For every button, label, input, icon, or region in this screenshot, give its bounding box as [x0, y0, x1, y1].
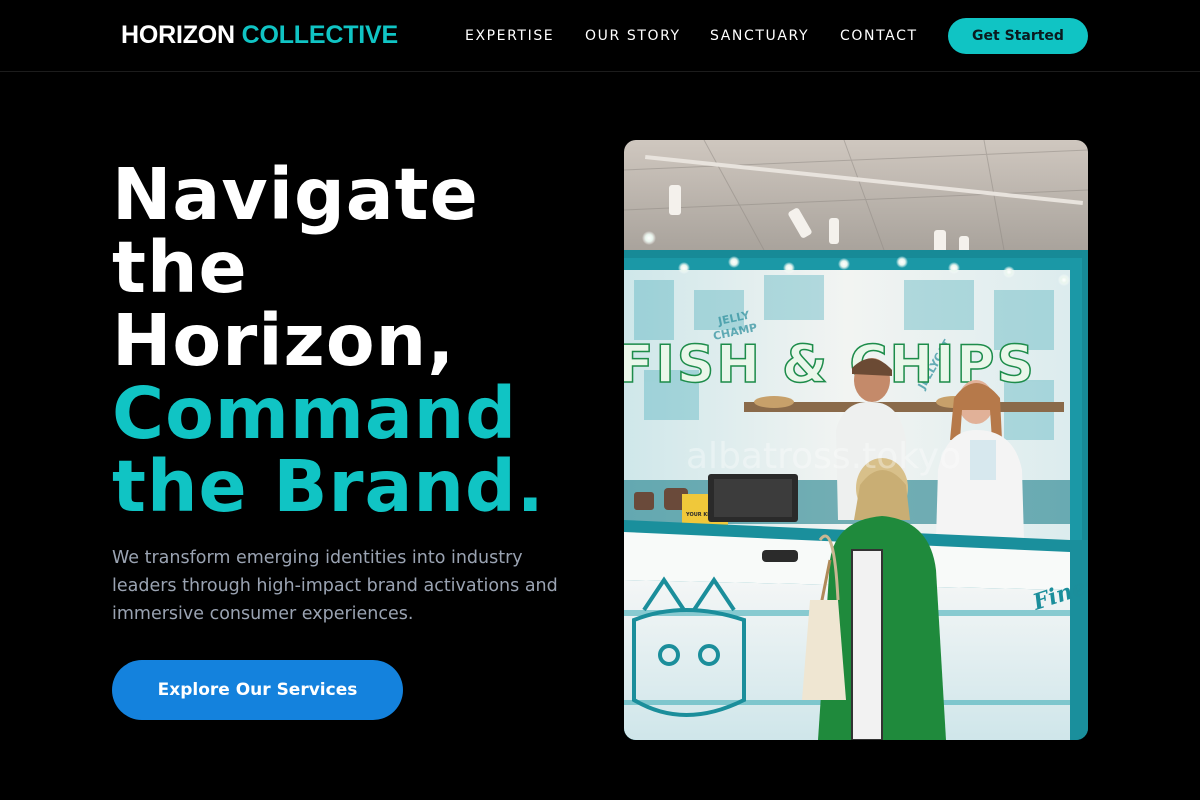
hero-headline: Navigate the Horizon, Command the Brand.	[112, 158, 612, 523]
nav-link-contact[interactable]: CONTACT	[840, 27, 918, 45]
photo-watermark: albatross.tokyo	[686, 436, 961, 477]
get-started-button[interactable]: Get Started	[948, 18, 1088, 54]
nav-link-sanctuary[interactable]: SANCTUARY	[710, 27, 809, 45]
nav-link-our-story[interactable]: OUR STORY	[585, 27, 681, 45]
top-navbar: HORIZON COLLECTIVE EXPERTISE OUR STORY S…	[0, 0, 1200, 72]
hero-photo: JELLY CHAMP JELLYCAT FISH & CHIPS YOUR F…	[624, 140, 1088, 740]
headline-accent-line-1: Command	[112, 372, 518, 455]
logo-accent-text: COLLECTIVE	[241, 21, 399, 49]
logo-primary-text: HORIZON	[121, 21, 235, 49]
nav-link-expertise[interactable]: EXPERTISE	[465, 27, 554, 45]
hero-description: We transform emerging identities into in…	[112, 548, 558, 624]
headline-accent-line-2: the Brand.	[112, 445, 545, 528]
headline-line-2: the	[112, 226, 248, 309]
headline-line-1: Navigate	[112, 153, 479, 236]
brand-logo[interactable]: HORIZON COLLECTIVE	[121, 20, 398, 50]
explore-services-button[interactable]: Explore Our Services	[112, 660, 403, 720]
headline-line-3: Horizon,	[112, 299, 456, 382]
